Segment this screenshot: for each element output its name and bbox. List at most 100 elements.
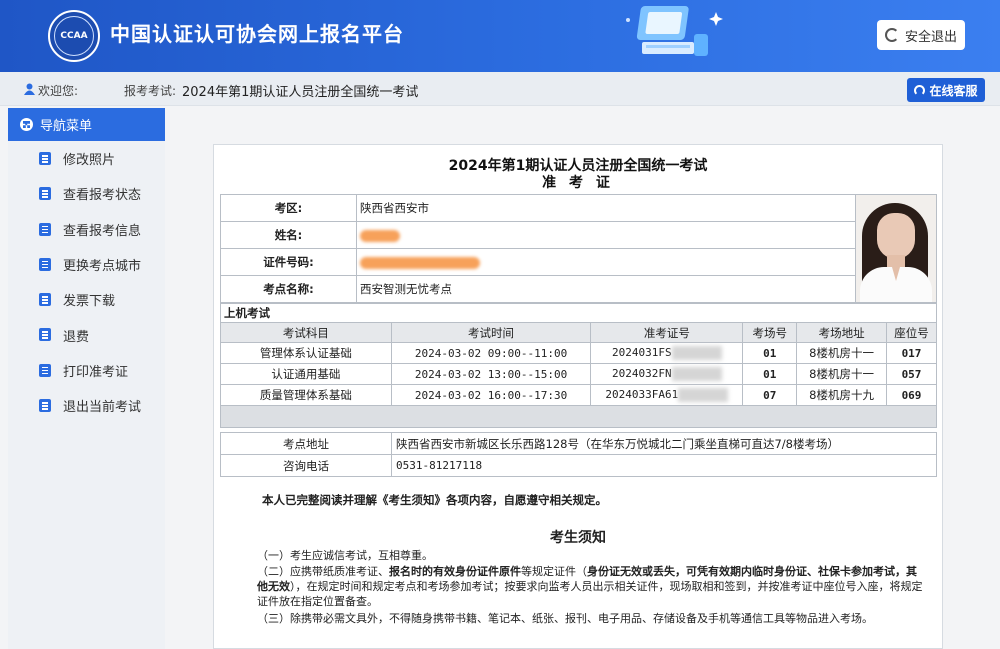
info-row: 姓名:: [220, 221, 937, 249]
address-cell: 8楼机房十一: [796, 342, 888, 364]
sidebar-item-registration-info[interactable]: 查看报考信息: [8, 212, 165, 247]
column-header: 考场号: [742, 322, 798, 343]
list-icon: [39, 328, 51, 342]
sidebar-item-registration-status[interactable]: 查看报考状态: [8, 176, 165, 211]
exam-schedule-table: 考试科目 考试时间 准考证号 考场号 考场地址 座位号 管理体系认证基础 202…: [220, 322, 937, 428]
spacer-row: [220, 405, 937, 428]
site-title: 中国认证认可协会网上报名平台: [110, 22, 404, 46]
phone-label: 咨询电话: [220, 454, 392, 477]
list-icon: [39, 152, 51, 165]
info-row: 证件号码:: [220, 248, 937, 276]
info-row: 考点名称: 西安智测无忧考点: [220, 275, 937, 303]
sidebar-item-label: 查看报考状态: [63, 188, 142, 204]
list-icon: [39, 257, 51, 271]
table-row: 认证通用基础 2024-03-02 13:00--15:00 2024032FN…: [220, 363, 937, 385]
info-value: 陕西省西安市: [356, 194, 856, 222]
online-service-button[interactable]: 在线客服: [907, 78, 985, 102]
column-header: 座位号: [886, 322, 937, 343]
seat-cell: 069: [886, 384, 937, 406]
user-icon: [24, 83, 35, 95]
notice-item-1: （一）考生应诚信考试，互相尊重。: [257, 549, 433, 562]
computer-illustration-icon: [626, 6, 723, 56]
notice-title: 考生须知: [550, 530, 606, 546]
room-cell: 07: [742, 384, 798, 406]
sidebar-item-print-ticket[interactable]: 打印准考证: [8, 353, 165, 388]
photo-portrait: [856, 195, 936, 302]
exam-name: 2024年第1期认证人员注册全国统一考试: [182, 85, 419, 100]
list-icon: [39, 363, 51, 377]
sidebar-item-label: 退出当前考试: [63, 400, 142, 416]
logout-button[interactable]: 安全退出: [877, 20, 965, 50]
room-cell: 01: [742, 342, 798, 364]
candidate-info-table: 考区: 陕西省西安市 姓名: 证件号码: 考点名称: 西安智测无忧考点: [220, 194, 937, 303]
notice-item-3: （三）除携带必需文具外，不得随身携带书籍、笔记本、纸张、报刊、电子用品、存储设备…: [257, 612, 873, 625]
address-cell: 8楼机房十一: [796, 363, 888, 385]
info-label: 姓名:: [220, 221, 357, 249]
table-row: 质量管理体系基础 2024-03-02 16:00--17:30 2024033…: [220, 384, 937, 406]
seat-cell: 057: [886, 363, 937, 385]
info-label: 证件号码:: [220, 248, 357, 276]
sidebar-item-label: 更换考点城市: [63, 259, 142, 275]
time-cell: 2024-03-02 13:00--15:00: [390, 363, 592, 385]
table-header-row: 考试科目 考试时间 准考证号 考场号 考场地址 座位号: [220, 322, 937, 343]
sidebar-item-label: 发票下载: [63, 294, 116, 310]
column-header: 考场地址: [796, 322, 888, 343]
sidebar-item-label: 修改照片: [63, 153, 116, 169]
venue-info-table: 考点地址 陕西省西安市新城区长乐西路128号（在华东万悦城北二门乘坐直梯可直达7…: [220, 432, 937, 477]
list-icon: [39, 399, 51, 413]
admission-ticket: 2024年第1期认证人员注册全国统一考试 准 考 证 考区: 陕西省西安市 姓名…: [213, 144, 943, 649]
sidebar-item-exit-exam[interactable]: 退出当前考试: [8, 388, 165, 423]
room-cell: 01: [742, 363, 798, 385]
welcome-label: 欢迎您:: [38, 84, 79, 98]
nav-menu-header[interactable]: 导航菜单: [8, 108, 165, 141]
info-bar: 欢迎您: 报考考试: 2024年第1期认证人员注册全国统一考试: [0, 72, 1000, 106]
list-icon: [39, 293, 51, 307]
sidebar-item-label: 退费: [63, 329, 90, 345]
seat-cell: 017: [886, 342, 937, 364]
info-value: 西安智测无忧考点: [356, 275, 856, 303]
sidebar-item-edit-photo[interactable]: 修改照片: [8, 141, 165, 176]
info-row: 考区: 陕西省西安市: [220, 194, 937, 303]
info-label: 考点名称:: [220, 275, 357, 303]
logo-text: CCAA: [54, 16, 94, 56]
phone-number: 0531-81217118: [391, 454, 937, 477]
sidebar-item-change-city[interactable]: 更换考点城市: [8, 247, 165, 282]
venue-row: 考点地址 陕西省西安市新城区长乐西路128号（在华东万悦城北二门乘坐直梯可直达7…: [220, 432, 937, 455]
column-header: 考试科目: [220, 322, 392, 343]
sidebar-item-label: 查看报考信息: [63, 223, 142, 239]
exam-label: 报考考试:: [124, 84, 177, 98]
sidebar-item-invoice-download[interactable]: 发票下载: [8, 282, 165, 317]
table-row: 管理体系认证基础 2024-03-02 09:00--11:00 2024031…: [220, 342, 937, 364]
subject-cell: 认证通用基础: [220, 363, 392, 385]
grid-icon: [20, 118, 33, 131]
venue-row: 咨询电话 0531-81217118: [220, 454, 937, 477]
info-value-redacted: [356, 248, 856, 276]
ticket-subtitle: 准 考 证: [542, 175, 614, 191]
list-icon: [39, 222, 51, 236]
sidebar-item-label: 打印准考证: [63, 364, 129, 380]
subject-cell: 质量管理体系基础: [220, 384, 392, 406]
notice-item-2: （二）应携带纸质准考证、报名时的有效身份证件原件等规定证件（身份证无效或丢失，可…: [257, 565, 923, 608]
sidebar: 导航菜单 修改照片 查看报考状态 查看报考信息 更换考点城市 发票下载 退费 打…: [8, 108, 165, 649]
time-cell: 2024-03-02 09:00--11:00: [390, 342, 592, 364]
time-cell: 2024-03-02 16:00--17:30: [390, 384, 592, 406]
top-header: CCAA 中国认证认可协会网上报名平台 安全退出: [0, 0, 1000, 72]
list-icon: [39, 187, 51, 201]
info-label: 考区:: [220, 194, 357, 222]
ccaa-logo: CCAA: [48, 10, 100, 62]
logout-label: 安全退出: [904, 29, 957, 45]
sidebar-item-refund[interactable]: 退费: [8, 317, 165, 352]
section-heading: 上机考试: [220, 303, 937, 322]
candidate-photo: [855, 194, 937, 303]
service-label: 在线客服: [929, 83, 978, 98]
venue-address-label: 考点地址: [220, 432, 392, 455]
subject-cell: 管理体系认证基础: [220, 342, 392, 364]
logout-icon: [884, 28, 899, 42]
ticket-number-cell: 2024032FN: [590, 363, 744, 385]
info-value-redacted: [356, 221, 856, 249]
column-header: 考试时间: [390, 322, 592, 343]
column-header: 准考证号: [590, 322, 744, 343]
venue-address: 陕西省西安市新城区长乐西路128号（在华东万悦城北二门乘坐直梯可直达7/8楼考场…: [391, 432, 937, 455]
address-cell: 8楼机房十九: [796, 384, 888, 406]
ticket-number-cell: 2024033FA61: [590, 384, 744, 406]
